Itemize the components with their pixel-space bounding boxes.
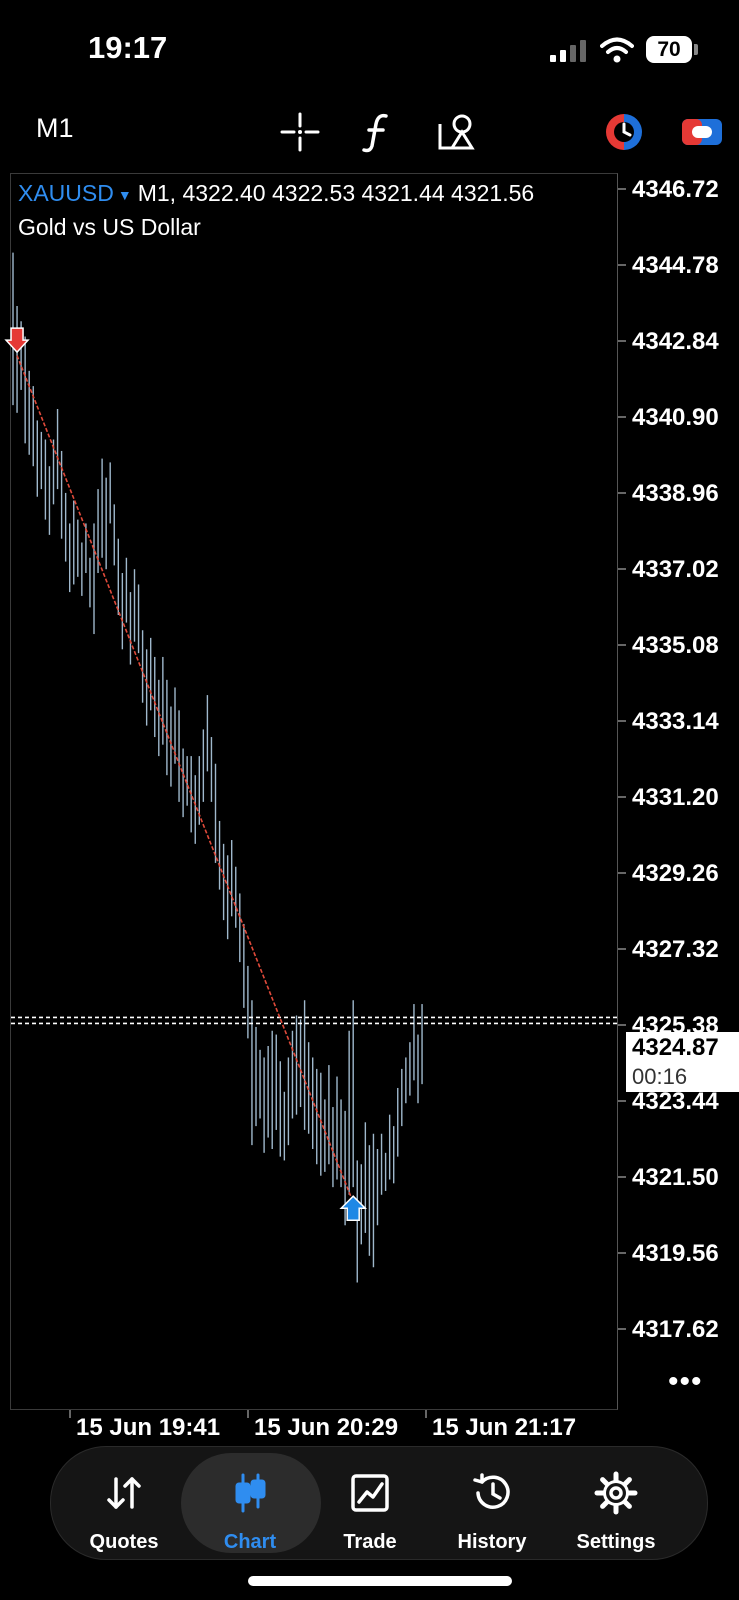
ohlc-close: 4321.56 xyxy=(451,180,535,206)
symbol-header: XAUUSD ▼ M1, 4322.40 4322.53 4321.44 4321.… xyxy=(18,180,534,207)
price-axis-label: 4317.62 xyxy=(632,1316,719,1343)
nav-label: History xyxy=(457,1531,527,1553)
price-axis-label: 4344.78 xyxy=(632,252,719,279)
price-axis-label: 4342.84 xyxy=(632,328,719,355)
time-axis-label: 15 Jun 19:41 xyxy=(76,1414,221,1441)
quotes-arrows-icon xyxy=(107,1477,141,1509)
price-axis-label: 4340.90 xyxy=(632,404,719,431)
history-clock-icon xyxy=(473,1473,510,1509)
price-axis-label: 4333.14 xyxy=(632,708,719,735)
symbol-name[interactable]: XAUUSD xyxy=(18,180,114,206)
price-axis-label: 4329.26 xyxy=(632,860,719,887)
current-price-label: 4324.87 00:16 xyxy=(626,1032,739,1092)
trade-trendline[interactable] xyxy=(16,355,354,1203)
symbol-dropdown-icon[interactable]: ▼ xyxy=(118,187,132,203)
price-axis-label: 4335.08 xyxy=(632,632,719,659)
nav-label: Settings xyxy=(576,1531,656,1553)
nav-quotes[interactable]: Quotes xyxy=(59,1447,189,1559)
price-axis-label: 4321.50 xyxy=(632,1164,719,1191)
symbol-description: Gold vs US Dollar xyxy=(18,214,201,240)
ohlc-open: 4322.40 xyxy=(182,180,266,206)
price-axis-label: 4327.32 xyxy=(632,936,719,963)
price-axis-label: 4337.02 xyxy=(632,556,719,583)
symbol-timeframe: M1, xyxy=(137,180,177,206)
time-axis-label: 15 Jun 21:17 xyxy=(432,1414,577,1441)
price-axis-label: 4319.56 xyxy=(632,1240,719,1267)
price-axis-label: 4338.96 xyxy=(632,480,719,507)
trade-chart-icon xyxy=(351,1474,389,1512)
nav-trade[interactable]: Trade xyxy=(305,1447,435,1559)
ohlc-low: 4321.44 xyxy=(361,180,445,206)
nav-label: Trade xyxy=(343,1531,397,1553)
gear-icon xyxy=(594,1471,638,1515)
nav-settings[interactable]: Settings xyxy=(551,1447,681,1559)
price-axis-label: 4323.44 xyxy=(632,1088,719,1115)
nav-chart[interactable]: Chart xyxy=(181,1447,321,1559)
ohlc-high: 4322.53 xyxy=(271,180,356,206)
nav-label: Quotes xyxy=(89,1531,159,1553)
price-axis-label: 4331.20 xyxy=(632,784,719,811)
time-axis-label: 15 Jun 20:29 xyxy=(254,1414,399,1441)
bar-countdown: 00:16 xyxy=(632,1064,688,1089)
home-indicator xyxy=(248,1576,512,1586)
bottom-nav: Quotes Chart Trade History Settings xyxy=(50,1446,708,1560)
current-price: 4324.87 xyxy=(632,1034,719,1061)
price-axis-label: 4346.72 xyxy=(632,176,719,203)
more-options-icon[interactable]: ••• xyxy=(668,1365,703,1399)
nav-history[interactable]: History xyxy=(427,1447,557,1559)
candlestick-chart-icon xyxy=(235,1473,266,1513)
nav-label: Chart xyxy=(223,1531,277,1553)
